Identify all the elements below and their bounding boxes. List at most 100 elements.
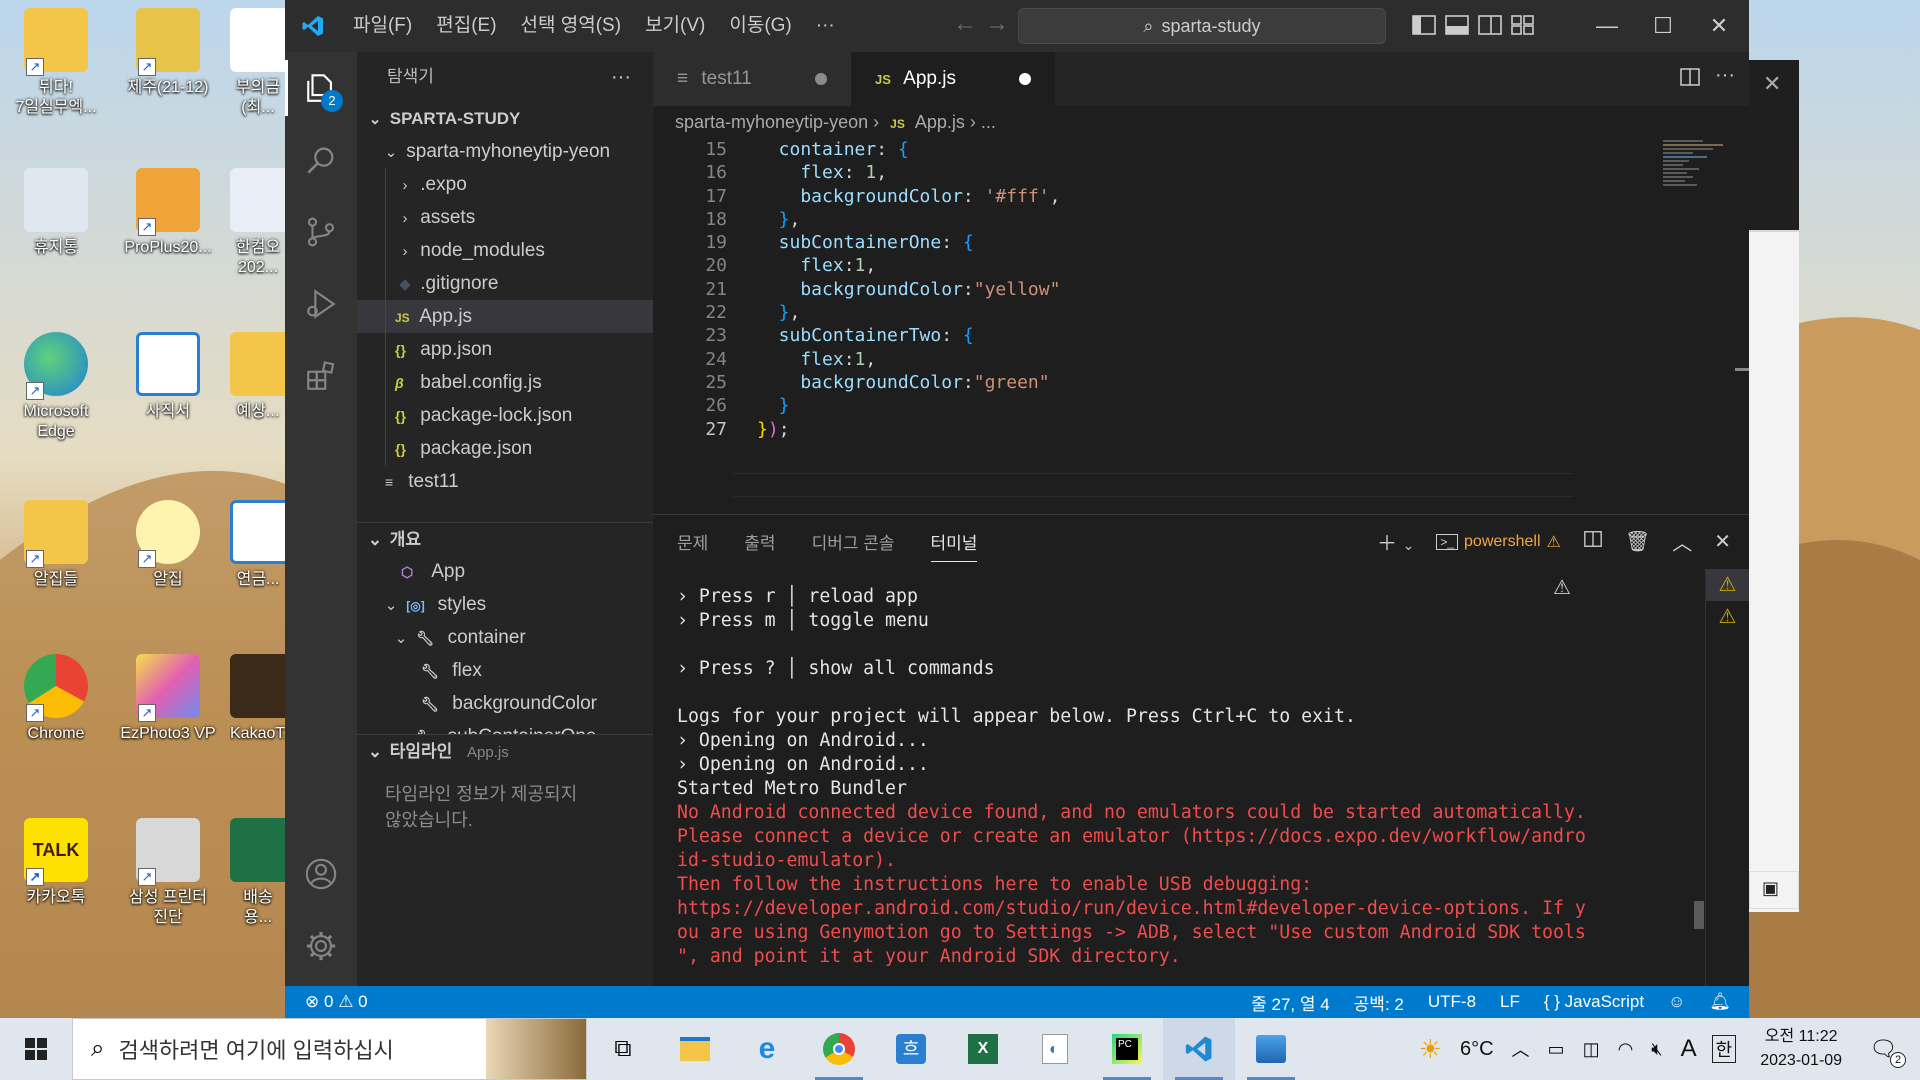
toggle-secondary-sidebar-icon[interactable] xyxy=(1478,14,1502,36)
menu-go[interactable]: 이동(G) xyxy=(717,0,803,52)
close-icon[interactable]: ✕ xyxy=(1763,72,1781,97)
desktop-icon[interactable]: 연금... xyxy=(230,500,286,590)
chrome-icon[interactable] xyxy=(803,1018,875,1080)
volume-muted-icon[interactable]: 🔇︎ xyxy=(1642,1039,1671,1060)
explorer-icon[interactable]: 2 xyxy=(285,52,357,124)
weather-icon[interactable]: ☀ xyxy=(1410,1034,1451,1065)
tree-item-assets[interactable]: › assets xyxy=(357,201,653,234)
command-center-search[interactable]: ⌕ sparta-study xyxy=(1018,8,1386,44)
forward-arrow-icon[interactable]: → xyxy=(977,10,1017,38)
desktop-icon[interactable]: TALK ↗ 카카오톡 xyxy=(2,818,110,908)
menu-edit[interactable]: 편집(E) xyxy=(424,0,508,52)
split-editor-icon[interactable] xyxy=(1679,66,1701,93)
language-mode[interactable]: { } JavaScript xyxy=(1532,992,1656,1012)
end-of-line[interactable]: LF xyxy=(1488,992,1532,1012)
breadcrumb-folder[interactable]: sparta-myhoneytip-yeon xyxy=(675,112,868,132)
desktop-icon[interactable]: ↗ Chrome xyxy=(2,654,110,744)
terminal-scrollbar[interactable] xyxy=(1694,901,1704,929)
search-icon[interactable] xyxy=(285,124,357,196)
photos-icon[interactable] xyxy=(1235,1018,1307,1080)
terminal-output[interactable]: › Press r │ reload app › Press m │ toggle… xyxy=(677,585,1637,969)
outline-item-styles[interactable]: ⌄ [◎] styles xyxy=(357,588,653,621)
tree-item-expo[interactable]: › .expo xyxy=(357,168,653,201)
tab-test11[interactable]: ≡ test11 xyxy=(653,52,852,106)
menu-file[interactable]: 파일(F) xyxy=(341,0,424,52)
timeline-section-header[interactable]: ⌄ 타임라인 App.js xyxy=(357,734,653,767)
unsaved-dot-icon[interactable] xyxy=(815,72,828,85)
desktop-icon[interactable]: ↗ Microsoft Edge xyxy=(2,332,110,442)
desktop-icon[interactable]: 휴지통 xyxy=(2,168,110,258)
vscode-taskbar-icon[interactable] xyxy=(1163,1018,1235,1080)
encoding[interactable]: UTF-8 xyxy=(1416,992,1488,1012)
run-debug-icon[interactable] xyxy=(285,268,357,340)
desktop-icon[interactable]: ↗ 삼성 프린터 진단 xyxy=(114,818,222,928)
pycharm-icon[interactable]: PC xyxy=(1091,1018,1163,1080)
chevron-up-icon[interactable]: ︿ xyxy=(1503,1036,1539,1062)
desktop-icon[interactable]: 부의금 (최... xyxy=(230,8,286,118)
maximize-icon[interactable]: ☐ xyxy=(1635,0,1691,52)
outline-item-container[interactable]: ⌄ 🔧︎ container xyxy=(357,621,653,654)
task-view-icon[interactable]: ⧉ xyxy=(587,1018,659,1080)
terminal-shell-selector[interactable]: >_ powershell ⚠ xyxy=(1436,532,1561,552)
feedback-icon[interactable]: ☺ xyxy=(1656,992,1697,1012)
terminal-warning-icon[interactable]: ⚠ xyxy=(1706,569,1749,601)
toggle-panel-icon[interactable] xyxy=(1445,14,1469,36)
tree-item-gitignore[interactable]: ◆ .gitignore xyxy=(357,267,653,300)
desktop-icon[interactable]: 배송용... xyxy=(230,818,286,928)
outline-item-app[interactable]: ⬡ App xyxy=(357,555,653,588)
tab-debug-console[interactable]: 디버그 콘솔 xyxy=(812,527,895,561)
menu-selection[interactable]: 선택 영역(S) xyxy=(509,0,634,52)
split-terminal-icon[interactable] xyxy=(1583,529,1603,555)
tab-terminal[interactable]: 터미널 xyxy=(930,527,978,562)
battery-icon[interactable]: ▭ xyxy=(1539,1039,1574,1060)
action-center-icon[interactable]: 🗨︎ 2 xyxy=(1860,1036,1906,1068)
desktop-icon[interactable]: 사직서 xyxy=(114,332,222,422)
tree-item-test11[interactable]: ≡ test11 xyxy=(357,465,653,498)
notification-bubble-icon[interactable]: ▣ xyxy=(1749,871,1799,909)
internet-explorer-icon[interactable]: e xyxy=(731,1018,803,1080)
start-button[interactable] xyxy=(0,1018,72,1080)
desktop-icon[interactable]: KakaoT... xyxy=(230,654,286,744)
editor-scrollbar[interactable] xyxy=(1735,368,1749,371)
more-actions-icon[interactable]: ··· xyxy=(1715,64,1735,87)
wifi-icon[interactable]: ◠ xyxy=(1609,1039,1643,1060)
tree-item-node-modules[interactable]: › node_modules xyxy=(357,234,653,267)
ime-mode[interactable]: A xyxy=(1672,1035,1706,1063)
weather-temp[interactable]: 6°C xyxy=(1451,1038,1503,1061)
file-explorer-icon[interactable] xyxy=(659,1018,731,1080)
desktop-icon[interactable]: 예상... xyxy=(230,332,286,422)
maximize-panel-icon[interactable]: ︿ xyxy=(1672,527,1692,556)
more-actions-icon[interactable]: ··· xyxy=(611,52,631,102)
new-terminal-icon[interactable]: ＋ ⌄ xyxy=(1377,527,1414,556)
tree-item-app-js[interactable]: JS App.js xyxy=(357,300,653,333)
minimap[interactable] xyxy=(1663,140,1737,260)
breadcrumb-file[interactable]: App.js xyxy=(915,112,965,132)
desktop-icon[interactable]: ↗ EzPhoto3 VP xyxy=(114,654,222,744)
desktop-icon[interactable]: ↗ 알집들 xyxy=(2,500,110,590)
code-editor[interactable]: 15 container: { 16 flex: 1, 17 backgroun… xyxy=(653,138,1653,441)
tree-item-package-json[interactable]: {} package.json xyxy=(357,432,653,465)
tree-item-package-lock[interactable]: {} package-lock.json xyxy=(357,399,653,432)
extensions-icon[interactable] xyxy=(285,340,357,412)
outline-item-flex[interactable]: 🔧︎ flex xyxy=(357,654,653,687)
taskbar-search[interactable]: ⌕ 검색하려면 여기에 입력하십시 xyxy=(72,1018,587,1080)
indentation[interactable]: 공백: 2 xyxy=(1342,990,1416,1015)
trash-icon[interactable]: 🗑︎ xyxy=(1625,529,1650,554)
outline-item-backgroundcolor[interactable]: 🔧︎ backgroundColor xyxy=(357,687,653,720)
minimize-icon[interactable]: — xyxy=(1579,0,1635,52)
toggle-primary-sidebar-icon[interactable] xyxy=(1412,14,1436,36)
tab-output[interactable]: 출력 xyxy=(744,527,775,561)
python-file-icon[interactable]: ◐ xyxy=(1019,1018,1091,1080)
excel-icon[interactable]: X xyxy=(947,1018,1019,1080)
desktop-icon[interactable]: 한컴오 202... xyxy=(230,168,286,278)
hwp-app-icon[interactable]: 흐 xyxy=(875,1018,947,1080)
tree-item-babel-config[interactable]: β babel.config.js xyxy=(357,366,653,399)
desktop-icon[interactable]: ↗ ProPlus20... xyxy=(114,168,222,258)
problems-status[interactable]: ⊗ 0 ⚠ 0 xyxy=(293,992,380,1012)
language-indicator[interactable]: 한 xyxy=(1711,1035,1737,1063)
clock[interactable]: 오전 11:22 2023-01-09 xyxy=(1742,1025,1860,1073)
tree-item-app-json[interactable]: {} app.json xyxy=(357,333,653,366)
close-panel-icon[interactable]: ✕ xyxy=(1714,529,1731,554)
desktop-icon[interactable]: ↗ 제주(21-12) xyxy=(114,8,222,98)
menu-view[interactable]: 보기(V) xyxy=(633,0,717,52)
